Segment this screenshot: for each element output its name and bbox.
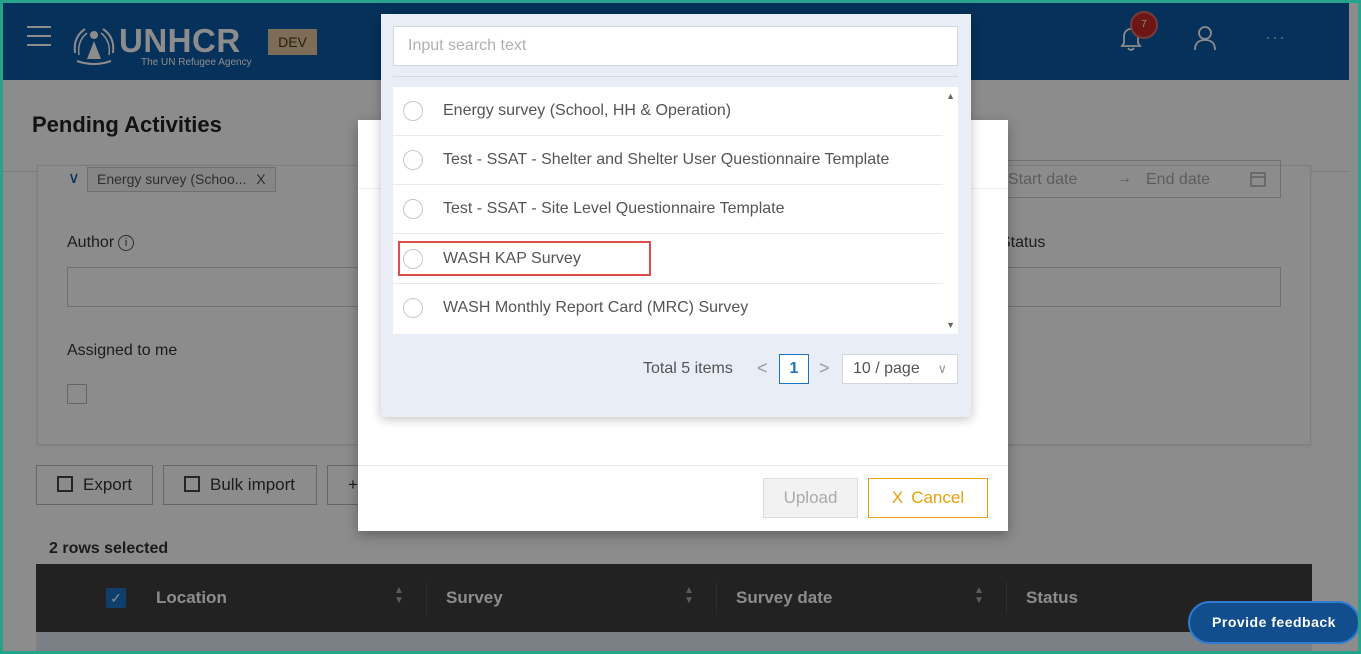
cancel-label: Cancel — [911, 488, 965, 507]
scroll-up-icon[interactable]: ▲ — [946, 91, 955, 101]
list-item[interactable]: Test - SSAT - Site Level Questionnaire T… — [393, 185, 943, 234]
survey-select-dropdown: Energy survey (School, HH & Operation) T… — [381, 14, 971, 417]
chevron-down-icon: ∨ — [937, 361, 947, 376]
survey-option-list[interactable]: Energy survey (School, HH & Operation) T… — [393, 87, 958, 334]
option-label: WASH Monthly Report Card (MRC) Survey — [443, 299, 749, 316]
survey-search-input[interactable] — [393, 26, 958, 66]
radio-button[interactable] — [403, 199, 423, 219]
previous-page-icon[interactable]: < — [757, 358, 768, 379]
page-size-select[interactable]: 10 / page ∨ — [842, 354, 958, 384]
radio-button[interactable] — [403, 298, 423, 318]
list-item[interactable]: WASH KAP Survey — [393, 235, 943, 284]
radio-button[interactable] — [403, 101, 423, 121]
close-icon: X — [891, 488, 904, 507]
list-item[interactable]: Energy survey (School, HH & Operation) — [393, 87, 943, 136]
page-size-value: 10 / page — [853, 360, 920, 377]
scroll-down-icon[interactable]: ▼ — [946, 320, 955, 330]
search-divider — [393, 76, 958, 77]
radio-button[interactable] — [403, 150, 423, 170]
provide-feedback-button[interactable]: Provide feedback — [1188, 601, 1360, 644]
current-page-button[interactable]: 1 — [779, 354, 809, 384]
option-label: Test - SSAT - Site Level Questionnaire T… — [443, 200, 785, 217]
radio-button[interactable] — [403, 249, 423, 269]
cancel-button[interactable]: X Cancel — [868, 478, 988, 518]
upload-button[interactable]: Upload — [763, 478, 858, 518]
modal-footer-divider — [358, 465, 1008, 466]
option-label: Test - SSAT - Shelter and Shelter User Q… — [443, 151, 890, 168]
next-page-icon[interactable]: > — [819, 358, 830, 379]
list-item[interactable]: Test - SSAT - Shelter and Shelter User Q… — [393, 136, 943, 185]
option-label: Energy survey (School, HH & Operation) — [443, 102, 732, 119]
pagination-total: Total 5 items — [643, 360, 733, 377]
option-label: WASH KAP Survey — [443, 250, 581, 267]
list-item[interactable]: WASH Monthly Report Card (MRC) Survey — [393, 284, 943, 333]
